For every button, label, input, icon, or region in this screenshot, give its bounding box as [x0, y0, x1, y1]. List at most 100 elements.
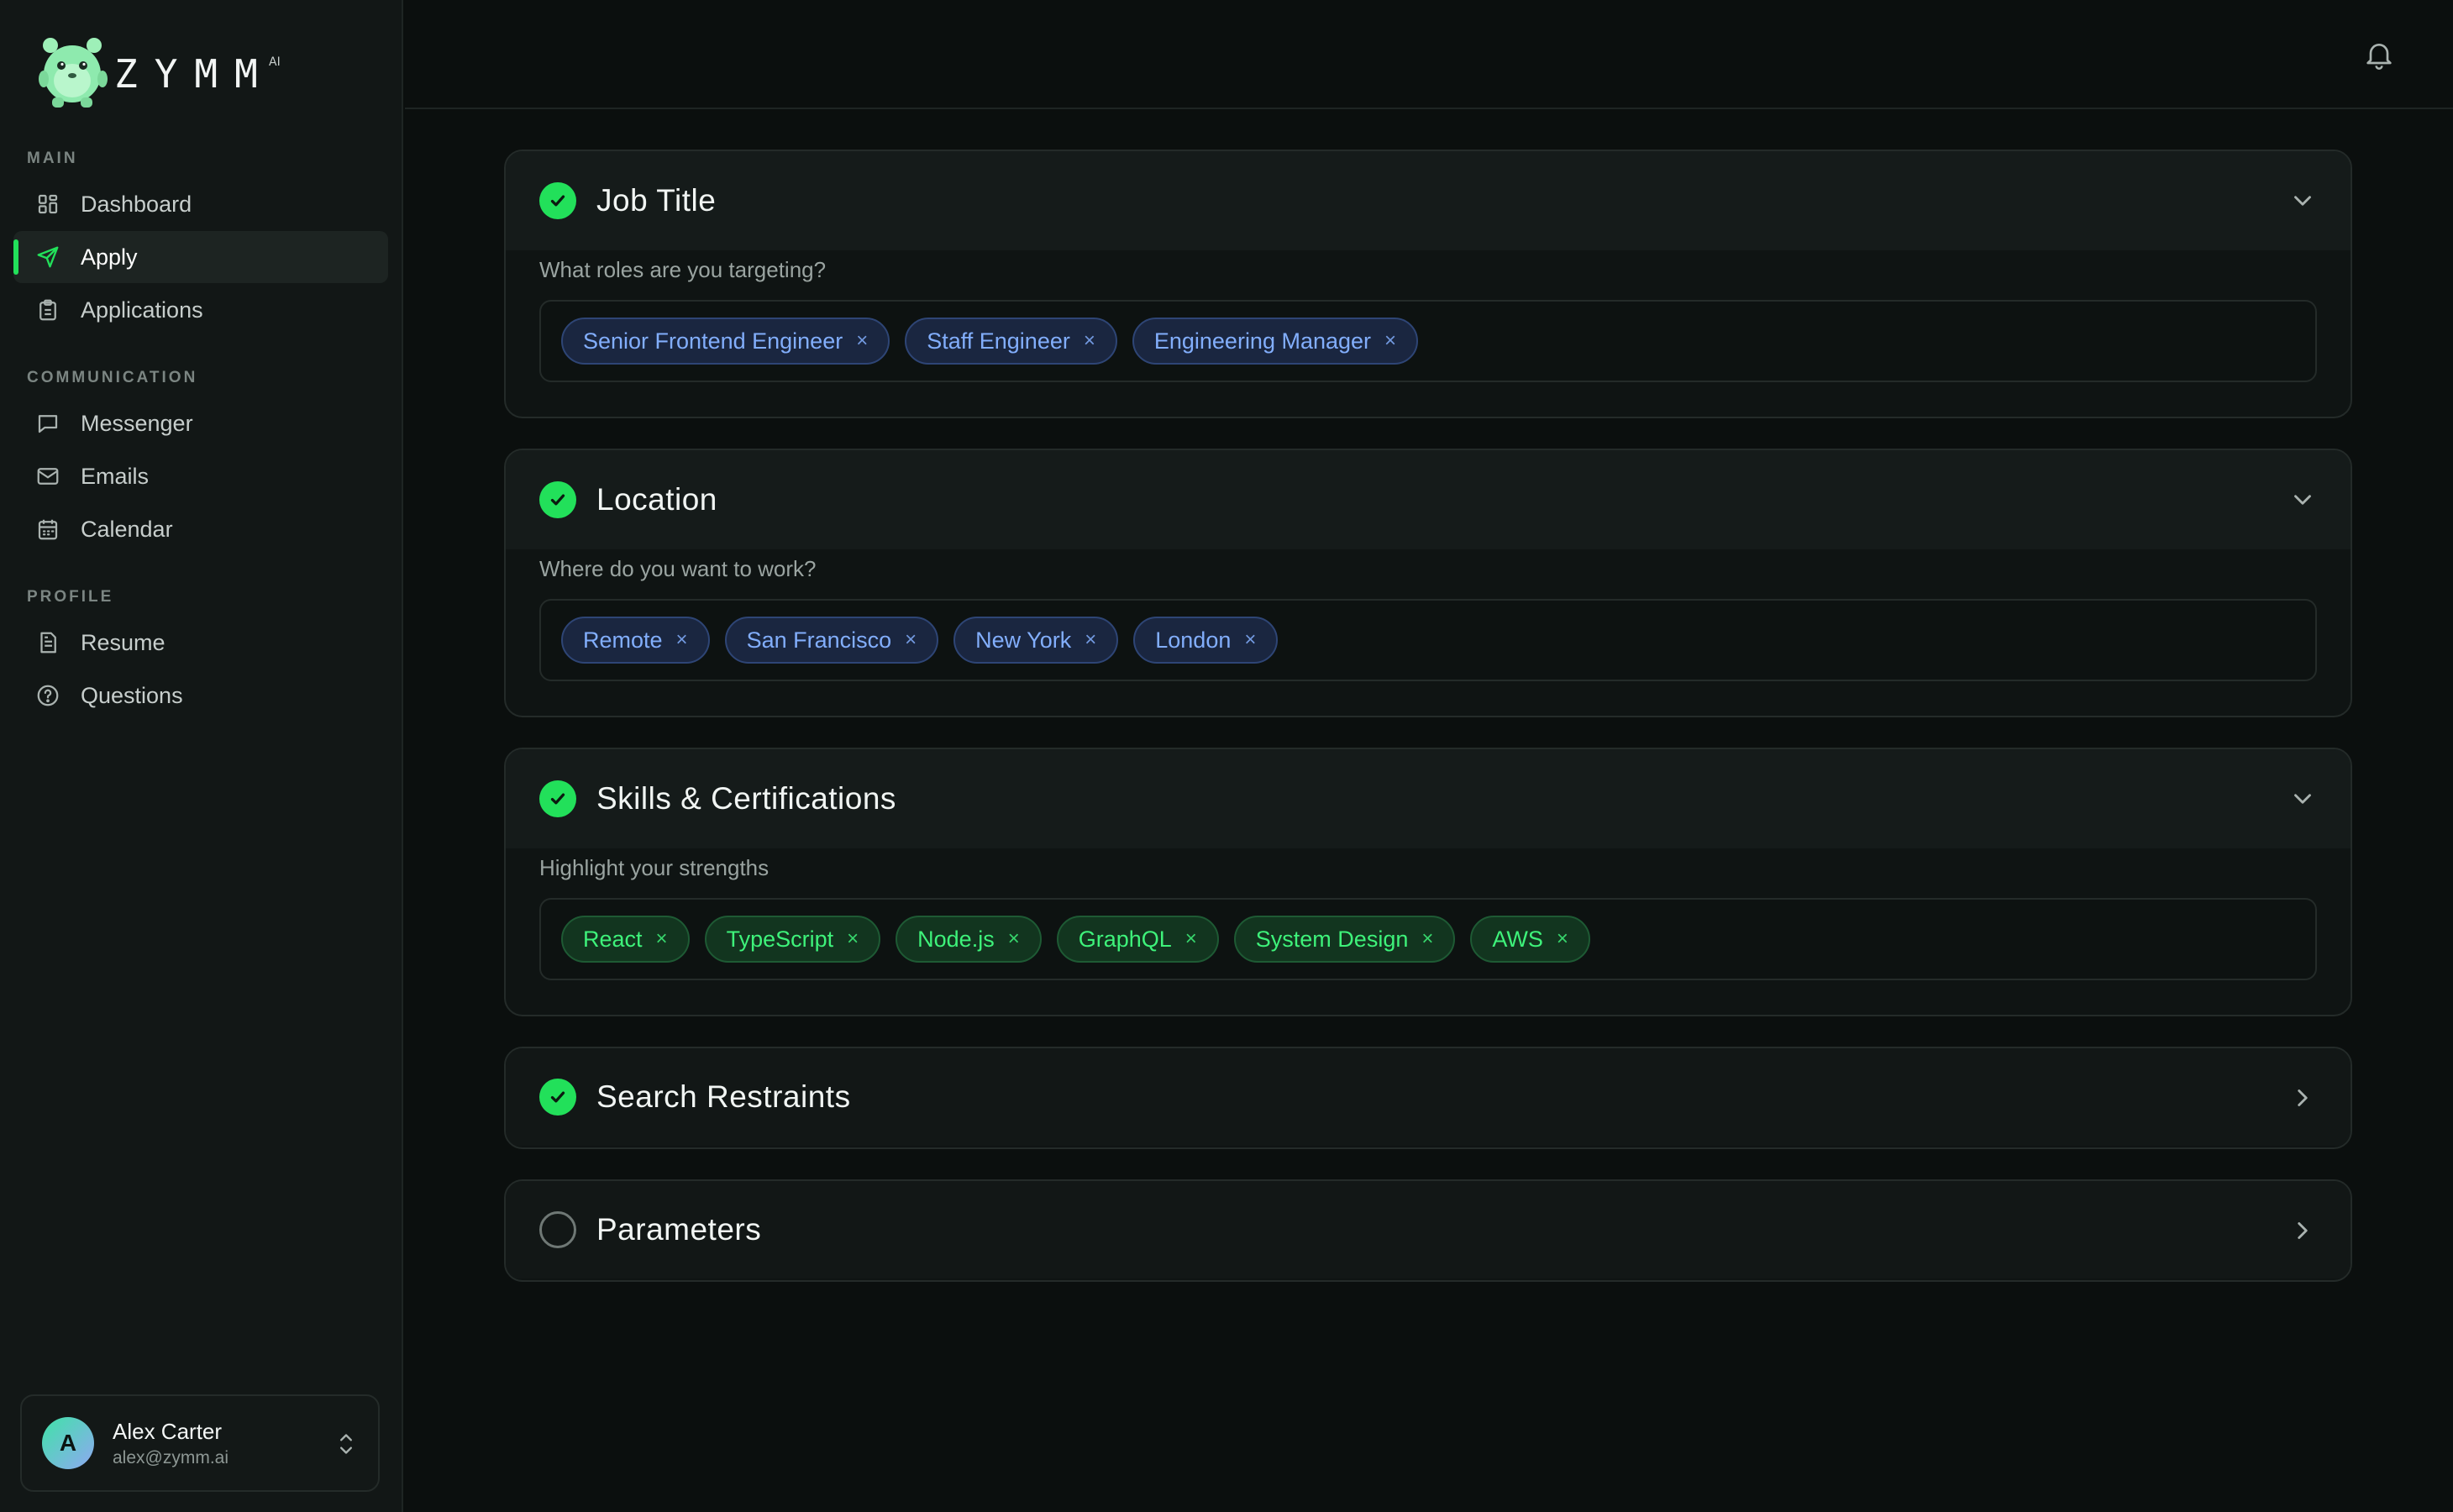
top-bar	[405, 0, 2453, 109]
sidebar-item-label: Apply	[81, 244, 138, 270]
brand-name: ZYMM	[114, 51, 275, 97]
grid-icon	[35, 192, 60, 217]
user-email: alex@zymm.ai	[113, 1447, 229, 1467]
remove-tag-icon[interactable]: ×	[1085, 628, 1096, 652]
sidebar-item-label: Questions	[81, 682, 183, 708]
check-circle-icon	[539, 182, 576, 219]
sidebar-item-messenger[interactable]: Messenger	[13, 397, 388, 449]
sidebar-item-label: Resume	[81, 629, 165, 655]
tag-chip: GraphQL ×	[1056, 916, 1219, 963]
section-title: Search Restraints	[596, 1079, 851, 1114]
tag-input[interactable]: React × TypeScript × Node.js × GraphQL × Sys…	[539, 898, 2317, 980]
section-header-location[interactable]: Location	[506, 450, 2351, 549]
section-header-search-restraints[interactable]: Search Restraints	[506, 1048, 2351, 1146]
sidebar-item-dashboard[interactable]: Dashboard	[13, 178, 388, 230]
remove-tag-icon[interactable]: ×	[856, 329, 868, 353]
check-circle-icon	[539, 780, 576, 817]
section-parameters: Parameters	[504, 1179, 2352, 1282]
chevron-down-icon	[2294, 495, 2311, 505]
sidebar-item-apply[interactable]: Apply	[13, 231, 388, 283]
avatar: A	[42, 1417, 94, 1469]
sidebar-item-calendar[interactable]: Calendar	[13, 503, 388, 555]
chat-icon	[35, 411, 60, 436]
tag-label: London	[1155, 627, 1232, 653]
tag-label: GraphQL	[1078, 926, 1172, 952]
tag-chip: London ×	[1133, 617, 1279, 664]
user-name: Alex Carter	[113, 1418, 223, 1444]
mascot-icon	[39, 38, 108, 108]
remove-tag-icon[interactable]: ×	[1008, 927, 1020, 951]
bell-icon[interactable]	[2362, 37, 2396, 72]
nav-section-communication: COMMUNICATION	[27, 369, 198, 386]
tag-label: Remote	[583, 627, 663, 653]
sidebar: ZYMM AI MAIN Dashboard Apply Application…	[0, 0, 403, 1512]
document-icon	[35, 630, 60, 655]
check-circle-icon	[539, 481, 576, 518]
remove-tag-icon[interactable]: ×	[905, 628, 917, 652]
tag-label: TypeScript	[726, 926, 834, 952]
section-header-parameters[interactable]: Parameters	[506, 1181, 2351, 1278]
empty-circle-icon	[539, 1211, 576, 1248]
remove-tag-icon[interactable]: ×	[676, 628, 688, 652]
tag-label: Node.js	[917, 926, 995, 952]
mail-icon	[35, 464, 60, 489]
tag-chip: React ×	[561, 916, 690, 963]
clipboard-icon	[35, 297, 60, 323]
nav-section-main: MAIN	[27, 150, 78, 167]
tag-chip: Staff Engineer ×	[905, 318, 1117, 365]
brand-suffix: AI	[269, 55, 281, 69]
section-title: Location	[596, 482, 717, 517]
help-circle-icon	[35, 683, 60, 708]
tag-chip: Remote ×	[561, 617, 710, 664]
remove-tag-icon[interactable]: ×	[1244, 628, 1256, 652]
sidebar-item-emails[interactable]: Emails	[13, 450, 388, 502]
sidebar-item-label: Calendar	[81, 516, 173, 542]
sidebar-item-applications[interactable]: Applications	[13, 284, 388, 336]
tag-chip: New York ×	[953, 617, 1119, 664]
section-location: Location Where do you want to work? Remo…	[504, 449, 2352, 717]
brand-logo[interactable]: ZYMM AI	[39, 32, 281, 109]
tag-label: Senior Frontend Engineer	[583, 328, 843, 354]
tag-label: AWS	[1492, 926, 1543, 952]
tag-input[interactable]: Remote × San Francisco × New York × London ×	[539, 599, 2317, 681]
section-title: Job Title	[596, 183, 717, 218]
sidebar-item-questions[interactable]: Questions	[13, 669, 388, 722]
sidebar-item-label: Emails	[81, 463, 150, 489]
tag-label: Engineering Manager	[1153, 328, 1372, 354]
remove-tag-icon[interactable]: ×	[656, 927, 668, 951]
section-subtitle: What roles are you targeting?	[539, 257, 827, 282]
tag-chip: AWS ×	[1470, 916, 1590, 963]
remove-tag-icon[interactable]: ×	[1185, 927, 1197, 951]
tag-input[interactable]: Senior Frontend Engineer × Staff Engineer…	[539, 300, 2317, 382]
tag-chip: System Design ×	[1233, 916, 1456, 963]
remove-tag-icon[interactable]: ×	[847, 927, 859, 951]
tag-chip: Engineering Manager ×	[1132, 318, 1419, 365]
tag-label: San Francisco	[746, 627, 892, 653]
remove-tag-icon[interactable]: ×	[1557, 927, 1568, 951]
tag-chip: Node.js ×	[896, 916, 1042, 963]
tag-chip: Senior Frontend Engineer ×	[561, 318, 890, 365]
chevron-up-down-icon	[340, 1434, 352, 1454]
section-subtitle: Highlight your strengths	[539, 855, 770, 880]
section-header-skills[interactable]: Skills & Certifications	[506, 749, 2351, 848]
send-icon	[35, 244, 60, 270]
section-search-restraints: Search Restraints	[504, 1047, 2352, 1149]
chevron-right-icon	[2298, 1089, 2308, 1106]
chevron-right-icon	[2298, 1222, 2308, 1239]
sidebar-item-resume[interactable]: Resume	[13, 617, 388, 669]
chevron-down-icon	[2294, 196, 2311, 206]
remove-tag-icon[interactable]: ×	[1421, 927, 1433, 951]
sidebar-item-label: Messenger	[81, 410, 193, 436]
tag-label: System Design	[1255, 926, 1409, 952]
chevron-down-icon	[2294, 794, 2311, 804]
tag-chip: San Francisco ×	[724, 617, 939, 664]
sidebar-item-label: Dashboard	[81, 191, 192, 217]
user-account-switcher[interactable]: A Alex Carter alex@zymm.ai	[20, 1394, 380, 1492]
section-skills: Skills & Certifications Highlight your s…	[504, 748, 2352, 1016]
section-header-job-title[interactable]: Job Title	[506, 151, 2351, 250]
section-job-title: Job Title What roles are you targeting? …	[504, 150, 2352, 418]
remove-tag-icon[interactable]: ×	[1084, 329, 1095, 353]
tag-chip: TypeScript ×	[704, 916, 881, 963]
tag-label: Staff Engineer	[927, 328, 1070, 354]
remove-tag-icon[interactable]: ×	[1384, 329, 1396, 353]
